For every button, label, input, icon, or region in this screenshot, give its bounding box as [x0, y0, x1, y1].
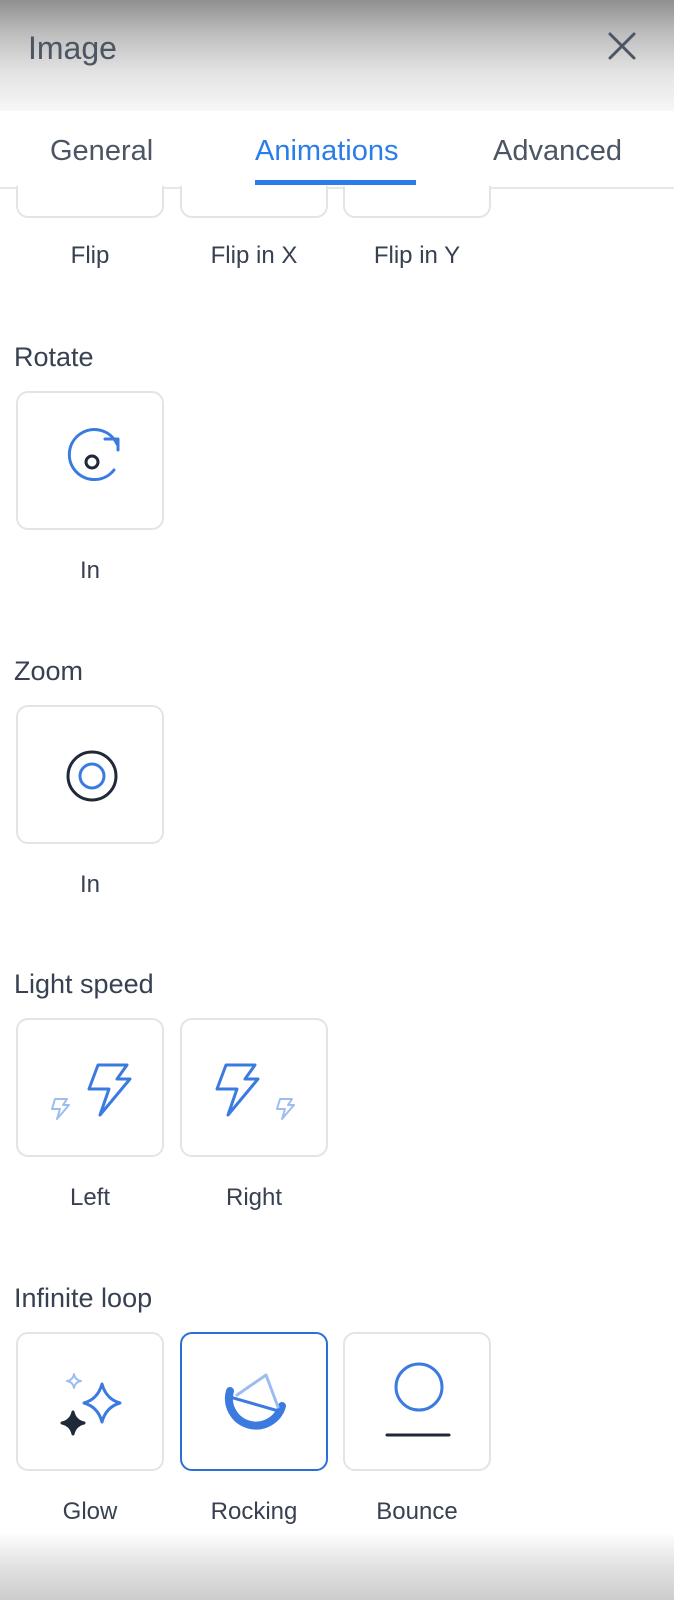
glow-card[interactable]	[16, 1332, 164, 1471]
zoom-in-card[interactable]	[16, 705, 164, 844]
rocking-icon	[224, 1373, 286, 1430]
rocking-card[interactable]	[180, 1332, 328, 1471]
zoom-in-label: In	[79, 871, 100, 898]
bounce-icon	[385, 1362, 451, 1437]
bounce-label: Bounce	[376, 1498, 458, 1525]
lightning-right-icon	[215, 1063, 295, 1120]
light-speed-right-card[interactable]	[180, 1018, 328, 1157]
glow-label: Glow	[62, 1498, 118, 1525]
light-speed-section-title: Light speed	[14, 969, 154, 999]
zoom-in-icon	[66, 750, 118, 802]
rotate-in-card[interactable]	[16, 391, 164, 530]
rocking-label: Rocking	[210, 1498, 298, 1525]
close-button[interactable]	[604, 28, 640, 64]
rotate-section-title: Rotate	[14, 342, 94, 372]
infinite-loop-section-title: Infinite loop	[14, 1283, 153, 1313]
tab-general[interactable]: General	[50, 135, 153, 168]
rotate-in-icon	[67, 428, 120, 482]
tab-advanced[interactable]: Advanced	[493, 135, 622, 168]
flip-in-y-label: Flip in Y	[373, 242, 461, 269]
tab-bar: General Animations Advanced	[0, 111, 674, 189]
close-icon	[608, 32, 636, 60]
dialog-title: Image	[28, 30, 117, 66]
sparkle-icon	[60, 1373, 122, 1436]
zoom-section-title: Zoom	[14, 656, 84, 686]
flip-label: Flip	[70, 242, 110, 269]
light-speed-left-card[interactable]	[16, 1018, 164, 1157]
flip-in-x-card[interactable]	[180, 186, 328, 218]
flip-in-y-card[interactable]	[343, 186, 491, 218]
active-tab-indicator	[255, 180, 416, 185]
tab-animations[interactable]: Animations	[255, 135, 398, 168]
bottom-fade	[0, 1532, 674, 1600]
flip-in-x-label: Flip in X	[210, 242, 298, 269]
light-speed-left-label: Left	[69, 1184, 111, 1211]
lightning-left-icon	[51, 1063, 132, 1120]
light-speed-right-label: Right	[225, 1184, 283, 1211]
flip-card[interactable]	[16, 186, 164, 218]
bounce-card[interactable]	[343, 1332, 491, 1471]
rotate-in-label: In	[79, 557, 100, 584]
dialog-header: Image	[0, 0, 674, 112]
